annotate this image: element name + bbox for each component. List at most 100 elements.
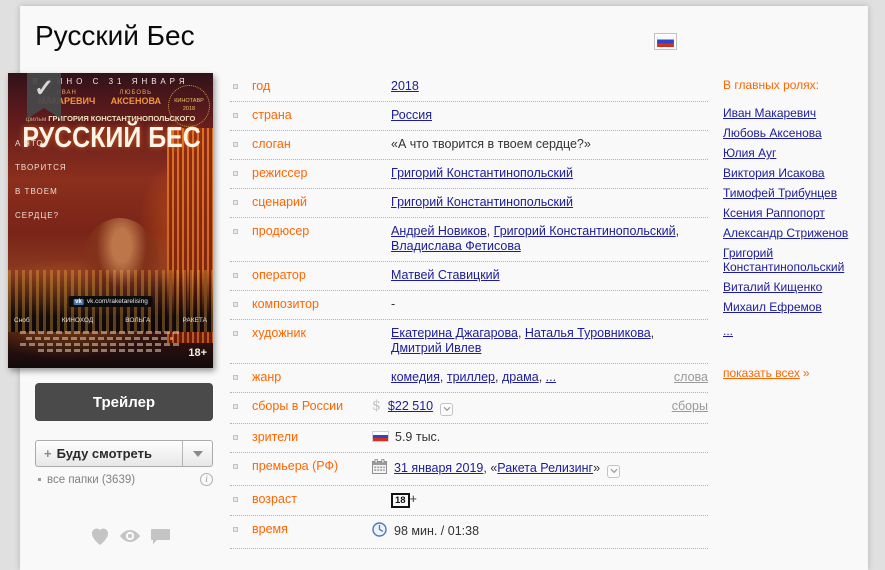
info-value-text: , (487, 224, 494, 238)
info-value-link[interactable]: Владислава Фетисова (391, 239, 521, 253)
cast-actor-link[interactable]: Тимофей Трибунцев (723, 186, 837, 200)
info-label-cell: время (230, 522, 372, 537)
cast-more-link[interactable]: ... (723, 324, 733, 338)
cast-actor-link[interactable]: Любовь Аксенова (723, 126, 822, 140)
info-label-cell: режиссер (230, 166, 372, 181)
info-value-cell: Матвей Ставицкий (372, 268, 708, 283)
info-row: слоган «А что творится в твоем сердце?» (230, 131, 708, 160)
info-row-aux-cell: сборы (672, 399, 708, 414)
info-label: режиссер (252, 166, 308, 181)
info-value-link[interactable]: 31 января 2019 (394, 461, 483, 475)
info-value-cell: Андрей Новиков, Григорий Константинополь… (372, 224, 708, 254)
info-value-link[interactable]: триллер (447, 370, 495, 384)
info-value-link[interactable]: Ракета Релизинг (497, 461, 593, 475)
movie-poster[interactable]: ✓ В КИНО С 31 ЯНВАРЯ ИВАН МАКАРЕВИЧ ЛЮБО… (8, 73, 213, 368)
square-bullet-icon (233, 464, 238, 469)
info-value-link[interactable]: Григорий Константинопольский (494, 224, 676, 238)
info-value-link[interactable]: Дмитрий Ивлев (391, 341, 481, 355)
favorite-heart-icon[interactable] (88, 524, 112, 548)
info-value-link[interactable]: Матвей Ставицкий (391, 268, 500, 282)
square-bullet-icon (233, 527, 238, 532)
info-label-cell: жанр (230, 370, 372, 385)
info-icon[interactable]: i (200, 473, 213, 486)
info-row: режиссер Григорий Константинопольский (230, 160, 708, 189)
info-label: продюсер (252, 224, 309, 239)
film-country-flag-icon (654, 33, 677, 50)
info-label: сценарий (252, 195, 307, 210)
info-label: слоган (252, 137, 291, 152)
age-rating-badge: 18 (391, 493, 410, 508)
info-label-cell: композитор (230, 297, 372, 312)
info-value-link[interactable]: Григорий Константинопольский (391, 166, 573, 180)
info-label: премьера (РФ) (252, 459, 338, 474)
square-bullet-icon (233, 84, 238, 89)
info-label-cell: зрители (230, 430, 372, 445)
info-label-cell: сценарий (230, 195, 372, 210)
info-value-text: «А что творится в твоем сердце?» (391, 137, 591, 151)
info-value-link[interactable]: Екатерина Джагарова (391, 326, 518, 340)
info-label-cell: слоган (230, 137, 372, 152)
info-value-cell: $$22 510 (372, 399, 660, 416)
show-all-arrow: » (803, 366, 810, 380)
info-value-link[interactable]: Андрей Новиков (391, 224, 487, 238)
cast-actor-link[interactable]: Юлия Ауг (723, 146, 776, 160)
info-label-cell: год (230, 79, 372, 94)
expand-toggle-icon[interactable] (440, 403, 453, 416)
square-bullet-icon (233, 273, 238, 278)
info-value-link[interactable]: Россия (391, 108, 432, 122)
watched-eye-icon[interactable] (117, 524, 143, 548)
show-all-actors-link[interactable]: показать всех (723, 366, 800, 380)
folders-label[interactable]: все папки (3639) (47, 474, 135, 486)
info-value-link[interactable]: 2018 (391, 79, 419, 93)
cast-heading: В главных ролях: (723, 78, 869, 92)
info-label-cell: возраст (230, 492, 372, 507)
info-label-cell: продюсер (230, 224, 372, 239)
info-row-aux-link[interactable]: слова (674, 370, 708, 384)
info-value-link[interactable]: Наталья Туровникова (525, 326, 651, 340)
watched-check-icon: ✓ (27, 74, 61, 103)
watched-ribbon: ✓ (27, 73, 61, 119)
clock-icon (372, 522, 387, 541)
info-value-link[interactable]: ... (546, 370, 556, 384)
info-value-cell: комедия, триллер, драма, ... (372, 370, 662, 385)
dropdown-arrow-button[interactable] (182, 441, 212, 466)
cast-actor-link[interactable]: Виталий Кищенко (723, 280, 822, 294)
info-label: жанр (252, 370, 281, 385)
info-value-text: 98 мин. / 01:38 (394, 524, 479, 538)
russia-flag-stripes (657, 36, 674, 47)
info-row: зрители5.9 тыс. (230, 424, 708, 453)
info-value-link[interactable]: Григорий Константинопольский (391, 195, 573, 209)
expand-toggle-icon[interactable] (607, 465, 620, 478)
info-row: жанр комедия, триллер, драма, ... слова (230, 364, 708, 393)
info-row-aux-link[interactable]: сборы (672, 399, 708, 413)
calendar-icon (372, 459, 387, 478)
vk-icon: vk (73, 299, 84, 305)
cast-column: В главных ролях: Иван Макаревич Любовь Ак… (723, 78, 869, 380)
info-row: возраст 18+ (230, 486, 708, 516)
info-value-cell: Россия (372, 108, 708, 123)
info-value-link[interactable]: драма (502, 370, 539, 384)
cast-actor-link[interactable]: Иван Макаревич (723, 106, 816, 120)
comment-bubble-icon[interactable] (148, 524, 172, 548)
info-row: странаРоссия (230, 102, 708, 131)
info-label: сборы в России (252, 399, 343, 414)
cast-actor-link[interactable]: Александр Стриженов (723, 226, 848, 240)
info-value-text: , (518, 326, 525, 340)
info-value-link[interactable]: $22 510 (388, 399, 433, 413)
info-value-text: + (410, 492, 417, 506)
cast-actor-link[interactable]: Григорий Константинопольский (723, 246, 869, 274)
info-row: сборы в России $$22 510 сборы (230, 393, 708, 424)
info-value-link[interactable]: комедия (391, 370, 440, 384)
will-watch-dropdown[interactable]: + Буду смотреть (35, 440, 213, 467)
trailer-button[interactable]: Трейлер (35, 383, 213, 421)
info-value-text: , « (483, 461, 497, 475)
plus-icon: + (44, 446, 52, 461)
poster-logo: РАКЕТА (183, 317, 207, 324)
cast-actor-link[interactable]: Ксения Раппопорт (723, 206, 825, 220)
folders-row: все папки (3639) i (38, 473, 213, 486)
info-value-cell: 98 мин. / 01:38 (372, 522, 708, 541)
cast-actor-link[interactable]: Виктория Исакова (723, 166, 825, 180)
info-row: художникЕкатерина Джагарова, Наталья Тур… (230, 320, 708, 364)
cast-actor-link[interactable]: Михаил Ефремов (723, 300, 822, 314)
info-label-cell: премьера (РФ) (230, 459, 372, 474)
